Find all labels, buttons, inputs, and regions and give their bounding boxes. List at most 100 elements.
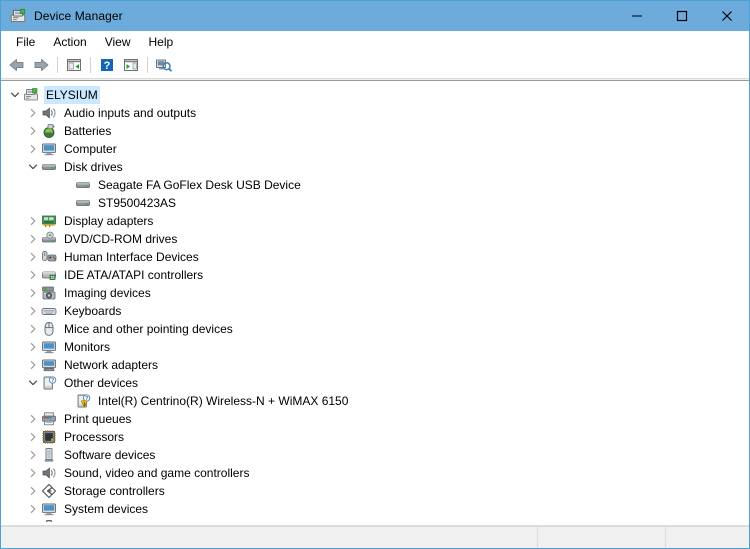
tree-node-label: Network adapters bbox=[64, 358, 159, 372]
keyboard-icon bbox=[41, 308, 57, 315]
tree-node[interactable]: Keyboards bbox=[1, 302, 749, 320]
toolbar-separator bbox=[57, 57, 58, 73]
tree-node-label: Mice and other pointing devices bbox=[64, 322, 233, 336]
tree-node[interactable]: Disk drives bbox=[1, 158, 749, 176]
tree-node[interactable]: Display adapters bbox=[1, 212, 749, 230]
chevron-right-icon[interactable] bbox=[25, 464, 41, 482]
tree-node[interactable]: Software devices bbox=[1, 446, 749, 464]
monitor-icon bbox=[42, 341, 56, 354]
show-hide-console-tree-button[interactable] bbox=[62, 54, 86, 76]
tree-node-label: Sound, video and game controllers bbox=[64, 466, 250, 480]
chevron-down-icon[interactable] bbox=[7, 86, 23, 104]
console-tree-icon bbox=[67, 59, 81, 71]
minimize-button[interactable] bbox=[614, 1, 659, 31]
tree-node[interactable]: ST9500423AS bbox=[1, 194, 749, 212]
tree-node-label: Software devices bbox=[64, 448, 156, 462]
tree-node-label: Computer bbox=[64, 142, 117, 156]
tree-node[interactable]: Sound, video and game controllers bbox=[1, 464, 749, 482]
close-button[interactable] bbox=[704, 1, 749, 31]
back-arrow-icon bbox=[9, 59, 24, 71]
chevron-down-icon[interactable] bbox=[25, 158, 41, 176]
tree-node[interactable]: Seagate FA GoFlex Desk USB Device bbox=[1, 176, 749, 194]
maximize-button[interactable] bbox=[659, 1, 704, 31]
menu-item-view[interactable]: View bbox=[96, 32, 140, 52]
chevron-right-icon[interactable] bbox=[25, 500, 41, 518]
tree-node[interactable]: System devices bbox=[1, 500, 749, 518]
chevron-right-icon[interactable] bbox=[25, 302, 41, 320]
toolbar-separator bbox=[90, 57, 91, 73]
chevron-right-icon[interactable] bbox=[25, 410, 41, 428]
tree-node[interactable]: DVD/CD-ROM drives bbox=[1, 230, 749, 248]
status-cell-main bbox=[1, 527, 538, 548]
chevron-right-icon[interactable] bbox=[25, 320, 41, 338]
back-button[interactable] bbox=[5, 54, 29, 76]
chevron-right-icon[interactable] bbox=[25, 356, 41, 374]
tree-node-label: Audio inputs and outputs bbox=[64, 106, 197, 120]
chevron-right-icon[interactable] bbox=[25, 338, 41, 356]
chevron-right-icon[interactable] bbox=[25, 248, 41, 266]
tree-node[interactable]: Universal Serial Bus controllers bbox=[1, 518, 749, 522]
tree-node-label: ST9500423AS bbox=[98, 196, 177, 210]
tree-node-label: ELYSIUM bbox=[44, 86, 100, 104]
tree-node-label: Print queues bbox=[64, 412, 132, 426]
tree-node-label: Keyboards bbox=[64, 304, 122, 318]
chevron-right-icon[interactable] bbox=[25, 266, 41, 284]
chevron-right-icon[interactable] bbox=[25, 446, 41, 464]
chevron-right-icon[interactable] bbox=[25, 122, 41, 140]
chevron-right-icon[interactable] bbox=[25, 428, 41, 446]
chevron-right-icon[interactable] bbox=[25, 284, 41, 302]
menu-item-file[interactable]: File bbox=[7, 32, 44, 52]
software-device-icon bbox=[44, 448, 54, 462]
monitor-icon bbox=[42, 503, 56, 516]
chevron-right-icon[interactable] bbox=[25, 518, 41, 522]
tree-node[interactable]: ELYSIUM bbox=[1, 86, 749, 104]
chevron-right-icon[interactable] bbox=[25, 140, 41, 158]
tree-node[interactable]: IDE ATA/ATAPI controllers bbox=[1, 266, 749, 284]
tree-node[interactable]: Batteries bbox=[1, 122, 749, 140]
tree-node-label: Universal Serial Bus controllers bbox=[62, 518, 233, 522]
chevron-right-icon[interactable] bbox=[25, 104, 41, 122]
disk-drive-icon bbox=[76, 200, 90, 206]
processor-icon bbox=[42, 430, 56, 444]
forward-button[interactable] bbox=[29, 54, 53, 76]
tree-node[interactable]: ? Other devices bbox=[1, 374, 749, 392]
tree-node[interactable]: Computer bbox=[1, 140, 749, 158]
speaker-icon bbox=[42, 467, 56, 479]
close-icon bbox=[721, 11, 732, 21]
toolbar-separator bbox=[147, 57, 148, 73]
tree-node[interactable]: Human Interface Devices bbox=[1, 248, 749, 266]
chevron-down-icon[interactable] bbox=[25, 374, 41, 392]
storage-controller-icon bbox=[41, 483, 57, 499]
status-cell-secondary bbox=[538, 527, 666, 548]
minimize-icon bbox=[631, 15, 642, 17]
tree-node[interactable]: Audio inputs and outputs bbox=[1, 104, 749, 122]
chevron-right-icon[interactable] bbox=[25, 482, 41, 500]
menu-item-action[interactable]: Action bbox=[44, 32, 95, 52]
properties-button[interactable] bbox=[119, 54, 143, 76]
chevron-right-icon[interactable] bbox=[25, 212, 41, 230]
display-adapter-icon bbox=[42, 215, 56, 227]
menubar: File Action View Help bbox=[1, 31, 749, 53]
tree-node-label: Seagate FA GoFlex Desk USB Device bbox=[98, 178, 301, 192]
tree-node[interactable]: Network adapters bbox=[1, 356, 749, 374]
menu-item-help[interactable]: Help bbox=[140, 32, 183, 52]
maximize-icon bbox=[676, 10, 687, 22]
tree-node[interactable]: Imaging devices bbox=[1, 284, 749, 302]
tree-node[interactable]: Print queues bbox=[1, 410, 749, 428]
tree-node[interactable]: Monitors bbox=[1, 338, 749, 356]
device-tree[interactable]: ELYSIUM Audio inputs and outputs Batteries… bbox=[1, 81, 749, 522]
tree-node-label: Imaging devices bbox=[64, 286, 151, 300]
tree-node-label: Storage controllers bbox=[64, 484, 165, 498]
unknown-device-icon: ? bbox=[77, 394, 91, 408]
statusbar bbox=[1, 526, 749, 548]
status-cell-tertiary bbox=[666, 527, 749, 548]
help-button[interactable]: ? bbox=[95, 54, 119, 76]
tree-node-label: Processors bbox=[64, 430, 125, 444]
tree-node[interactable]: Mice and other pointing devices bbox=[1, 320, 749, 338]
tree-node[interactable]: ? Intel(R) Centrino(R) Wireless-N + WiMAX… bbox=[1, 392, 749, 410]
scan-for-hardware-changes-button[interactable] bbox=[152, 54, 176, 76]
chevron-right-icon[interactable] bbox=[25, 230, 41, 248]
tree-node[interactable]: Processors bbox=[1, 428, 749, 446]
tree-node[interactable]: Storage controllers bbox=[1, 482, 749, 500]
